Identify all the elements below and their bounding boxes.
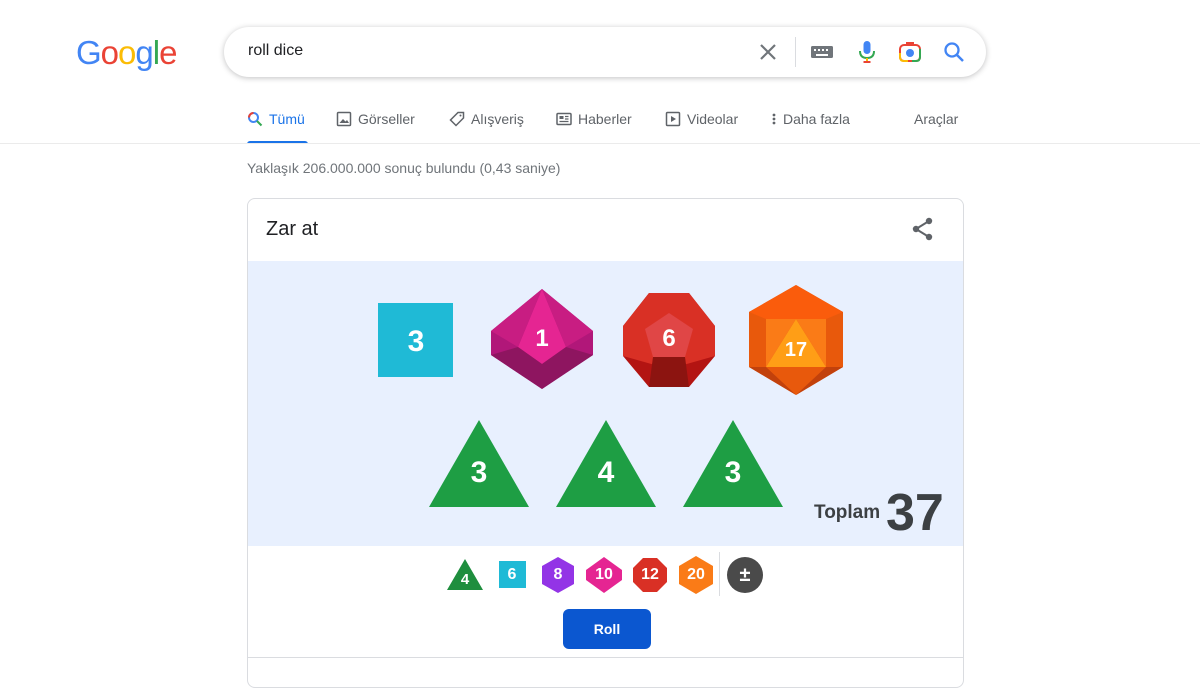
searchbox-divider [795, 37, 796, 67]
d6-label: 6 [507, 566, 517, 583]
logo-letter: g [135, 36, 152, 71]
die-value: 3 [470, 456, 488, 489]
die-value: 3 [407, 325, 425, 358]
svg-text:Google: Google [76, 36, 176, 71]
modifier-button[interactable]: ± [726, 556, 764, 594]
d8-label: 8 [553, 566, 563, 583]
clear-icon[interactable] [756, 40, 780, 64]
tab-news[interactable]: Haberler [556, 108, 632, 144]
logo-letter: e [159, 36, 176, 71]
card-section-divider [248, 657, 963, 658]
tag-icon [449, 111, 465, 127]
rolled-d6-die: 3 [378, 303, 454, 377]
result-stats: Yaklaşık 206.000.000 sonuç bulundu (0,43… [247, 160, 561, 176]
more-vert-icon [772, 113, 776, 125]
tab-more[interactable]: Daha fazla [771, 108, 850, 144]
add-d10-button[interactable]: 10 [585, 556, 623, 594]
die-value: 3 [724, 456, 742, 489]
search-icon[interactable] [942, 40, 966, 64]
d10-label: 10 [595, 566, 613, 583]
d4-label: 4 [460, 571, 470, 588]
add-d4-button[interactable]: 4 [446, 556, 484, 594]
google-logo[interactable]: Google [76, 34, 178, 72]
d20-label: 20 [687, 566, 705, 583]
news-icon [556, 112, 572, 126]
keyboard-icon[interactable] [810, 40, 834, 64]
tab-label: Tümü [269, 111, 305, 127]
roll-button[interactable]: Roll [563, 609, 651, 649]
tab-label: Haberler [578, 111, 632, 127]
rolled-d4-die: 3 [682, 420, 784, 508]
play-icon [665, 111, 681, 127]
tab-label: Daha fazla [783, 111, 850, 127]
search-input[interactable]: roll dice [248, 42, 303, 60]
rolled-d12-die: 6 [621, 291, 717, 389]
search-icon [248, 112, 263, 127]
tab-shopping[interactable]: Alışveriş [449, 108, 524, 144]
tab-label: Görseller [358, 111, 415, 127]
tab-images[interactable]: Görseller [336, 108, 415, 144]
d12-label: 12 [641, 566, 659, 583]
dice-display-area: 3 1 6 17 3 4 3 Toplam 37 [248, 261, 963, 546]
rolled-d4-die: 3 [428, 420, 530, 508]
logo-letter: o [118, 36, 135, 71]
dice-picker: 4 6 8 10 12 20 ± [248, 546, 963, 606]
rolled-d10-die: 1 [490, 289, 594, 389]
tab-label: Videolar [687, 111, 739, 127]
add-d12-button[interactable]: 12 [631, 556, 669, 594]
image-icon [336, 111, 352, 127]
share-icon[interactable] [910, 216, 936, 242]
die-value: 1 [535, 325, 549, 352]
total-label: Toplam [814, 502, 881, 523]
mic-icon[interactable] [855, 40, 879, 64]
logo-letter: G [76, 36, 101, 71]
total-value: 37 [886, 484, 944, 542]
die-value: 4 [597, 456, 615, 489]
rolled-d4-die: 4 [555, 420, 657, 508]
logo-letter: o [101, 36, 118, 71]
card-title: Zar at [266, 218, 319, 240]
add-d6-button[interactable]: 6 [493, 556, 531, 594]
add-d8-button[interactable]: 8 [539, 556, 577, 594]
tab-videos[interactable]: Videolar [665, 108, 738, 144]
die-value: 6 [662, 325, 676, 352]
header-divider [0, 143, 1200, 144]
dice-roller-card: Zar at 3 1 6 17 3 4 3 Toplam 37 4 6 8 10… [247, 198, 964, 688]
tools-button[interactable]: Araçlar [914, 111, 958, 127]
rolled-d20-die: 17 [748, 285, 844, 395]
search-box[interactable]: roll dice [224, 27, 986, 77]
modifier-label: ± [739, 564, 751, 586]
tab-all[interactable]: Tümü [247, 108, 308, 144]
camera-lens-icon[interactable] [898, 40, 922, 64]
die-value: 17 [784, 339, 808, 361]
tab-label: Alışveriş [471, 111, 524, 127]
picker-divider [719, 552, 720, 596]
add-d20-button[interactable]: 20 [677, 556, 715, 594]
